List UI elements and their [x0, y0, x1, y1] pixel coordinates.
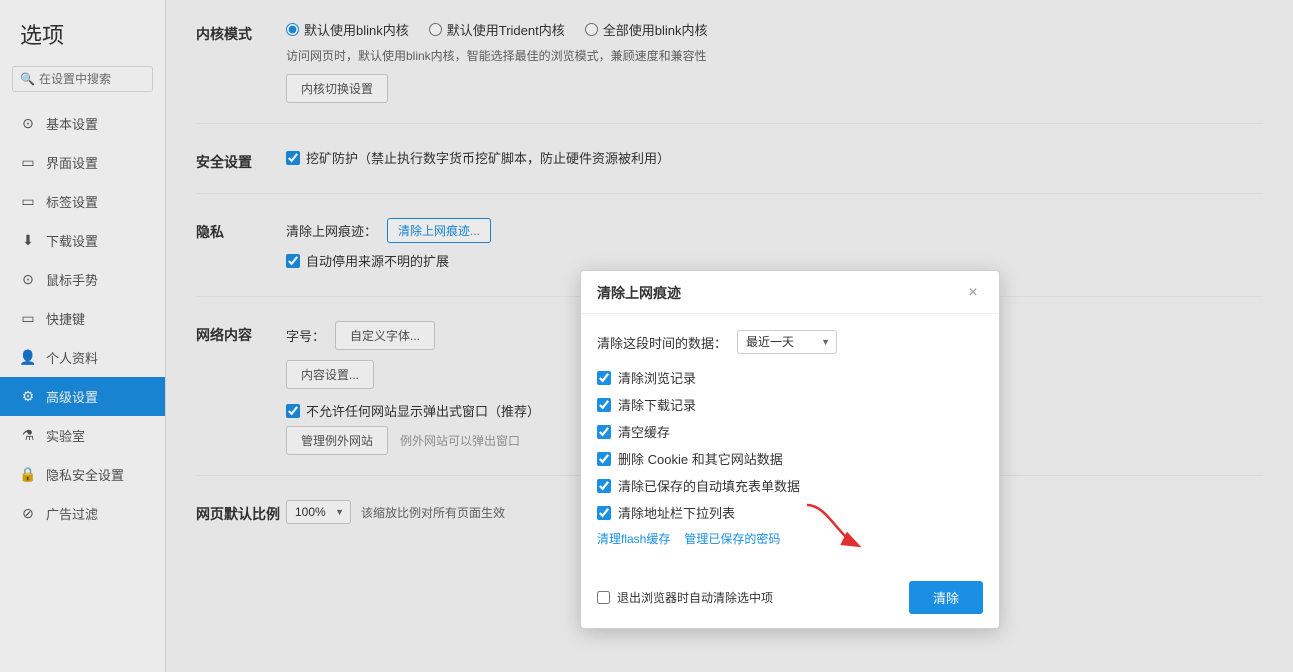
check-download-history[interactable]: 清除下载记录	[597, 395, 983, 414]
profile-icon: 👤	[20, 350, 36, 366]
kernel-switch-button[interactable]: 内核切换设置	[286, 74, 388, 103]
clear-traces-modal: 清除上网痕迹 × 清除这段时间的数据： 最近一小时 最近一天 最近一周 最近四周…	[580, 270, 1000, 629]
exit-clear-checkbox[interactable]	[597, 591, 610, 604]
sidebar-item-mouse[interactable]: ⊙ 鼠标手势	[0, 260, 165, 299]
ui-icon: ▭	[20, 155, 36, 171]
basic-icon: ⊙	[20, 116, 36, 132]
manage-password-link[interactable]: 管理已保存的密码	[684, 530, 780, 547]
check-form-data[interactable]: 清除已保存的自动填充表单数据	[597, 476, 983, 495]
security-label: 安全设置	[196, 148, 286, 172]
custom-font-button[interactable]: 自定义字体...	[335, 321, 435, 350]
clear-trace-row: 清除上网痕迹： 清除上网痕迹...	[286, 218, 1263, 243]
clear-trace-button[interactable]: 清除上网痕迹...	[387, 218, 491, 243]
tabs-icon: ▭	[20, 194, 36, 210]
zoom-select[interactable]: 75% 80% 90% 100% 110% 125% 150%	[286, 500, 351, 524]
exception-desc: 例外网站可以弹出窗口	[400, 432, 520, 449]
kernel-option-blink-default[interactable]: 默认使用blink内核	[286, 20, 409, 39]
zoom-desc: 该缩放比例对所有页面生效	[361, 504, 505, 521]
kernel-label: 内核模式	[196, 20, 286, 44]
advanced-icon: ⚙	[20, 389, 36, 405]
time-range-label: 清除这段时间的数据：	[597, 333, 727, 352]
sidebar-item-advanced[interactable]: ⚙ 高级设置	[0, 377, 165, 416]
sidebar-item-privacy-security[interactable]: 🔒 隐私安全设置	[0, 455, 165, 494]
sidebar-item-profile[interactable]: 👤 个人资料	[0, 338, 165, 377]
check-cache[interactable]: 清空缓存	[597, 422, 983, 441]
check-browse-history[interactable]: 清除浏览记录	[597, 368, 983, 387]
auto-disable-ext-check[interactable]: 自动停用来源不明的扩展	[286, 251, 1263, 270]
check-cookie[interactable]: 删除 Cookie 和其它网站数据	[597, 449, 983, 468]
mining-protection-check[interactable]: 挖矿防护（禁止执行数字货币挖矿脚本，防止硬件资源被利用）	[286, 148, 1263, 167]
exception-sites-button[interactable]: 管理例外网站	[286, 426, 388, 455]
exit-clear-label: 退出浏览器时自动清除选中项	[617, 589, 773, 606]
font-label: 字号：	[286, 326, 325, 345]
ad-filter-icon: ⊘	[20, 506, 36, 522]
modal-header: 清除上网痕迹 ×	[581, 271, 999, 314]
kernel-option-trident[interactable]: 默认使用Trident内核	[429, 20, 565, 39]
time-range-row: 清除这段时间的数据： 最近一小时 最近一天 最近一周 最近四周 所有时间	[597, 330, 983, 354]
sidebar-item-tabs[interactable]: ▭ 标签设置	[0, 182, 165, 221]
privacy-label: 隐私	[196, 218, 286, 242]
kernel-radio-group: 默认使用blink内核 默认使用Trident内核 全部使用blink内核	[286, 20, 1263, 39]
kernel-option-blink-all[interactable]: 全部使用blink内核	[585, 20, 708, 39]
sidebar-item-basic[interactable]: ⊙ 基本设置	[0, 104, 165, 143]
sidebar-item-shortcut[interactable]: ▭ 快捷键	[0, 299, 165, 338]
security-section: 安全设置 挖矿防护（禁止执行数字货币挖矿脚本，防止硬件资源被利用）	[196, 148, 1263, 194]
time-range-select-wrap: 最近一小时 最近一天 最近一周 最近四周 所有时间	[737, 330, 837, 354]
time-range-select[interactable]: 最近一小时 最近一天 最近一周 最近四周 所有时间	[737, 330, 837, 354]
modal-footer-left: 退出浏览器时自动清除选中项	[597, 589, 773, 606]
search-icon: 🔍	[20, 72, 35, 86]
clear-button[interactable]: 清除	[909, 581, 983, 614]
sidebar-item-ad-filter[interactable]: ⊘ 广告过滤	[0, 494, 165, 533]
sidebar-item-ui[interactable]: ▭ 界面设置	[0, 143, 165, 182]
sidebar-item-lab[interactable]: ⚗ 实验室	[0, 416, 165, 455]
security-content: 挖矿防护（禁止执行数字货币挖矿脚本，防止硬件资源被利用）	[286, 148, 1263, 173]
modal-body: 清除这段时间的数据： 最近一小时 最近一天 最近一周 最近四周 所有时间 清除浏…	[581, 314, 999, 571]
network-label: 网络内容	[196, 321, 286, 345]
zoom-label: 网页默认比例	[196, 500, 286, 524]
search-area: 🔍	[0, 66, 165, 104]
app-title: 选项	[0, 0, 165, 66]
modal-title: 清除上网痕迹	[597, 283, 681, 303]
kernel-content: 默认使用blink内核 默认使用Trident内核 全部使用blink内核 访问…	[286, 20, 1263, 103]
kernel-section: 内核模式 默认使用blink内核 默认使用Trident内核 全部使用blink…	[196, 20, 1263, 124]
clear-trace-label: 清除上网痕迹：	[286, 221, 377, 240]
flash-cache-link[interactable]: 清理flash缓存	[597, 530, 670, 547]
content-settings-button[interactable]: 内容设置...	[286, 360, 374, 389]
privacy-security-icon: 🔒	[20, 467, 36, 483]
mouse-icon: ⊙	[20, 272, 36, 288]
kernel-desc: 访问网页时，默认使用blink内核，智能选择最佳的浏览模式，兼顾速度和兼容性	[286, 47, 1263, 64]
privacy-content: 清除上网痕迹： 清除上网痕迹... 自动停用来源不明的扩展	[286, 218, 1263, 276]
lab-icon: ⚗	[20, 428, 36, 444]
zoom-select-wrap: 75% 80% 90% 100% 110% 125% 150%	[286, 500, 351, 524]
download-icon: ⬇	[20, 233, 36, 249]
check-address-bar[interactable]: 清除地址栏下拉列表	[597, 503, 983, 522]
sidebar: 选项 🔍 ⊙ 基本设置 ▭ 界面设置 ▭ 标签设置 ⬇ 下载设置 ⊙ 鼠标手势 …	[0, 0, 166, 672]
sidebar-item-download[interactable]: ⬇ 下载设置	[0, 221, 165, 260]
modal-footer: 退出浏览器时自动清除选中项 清除	[581, 571, 999, 628]
modal-links-row: 清理flash缓存 管理已保存的密码	[597, 530, 983, 547]
modal-close-button[interactable]: ×	[963, 283, 983, 303]
shortcut-icon: ▭	[20, 311, 36, 327]
